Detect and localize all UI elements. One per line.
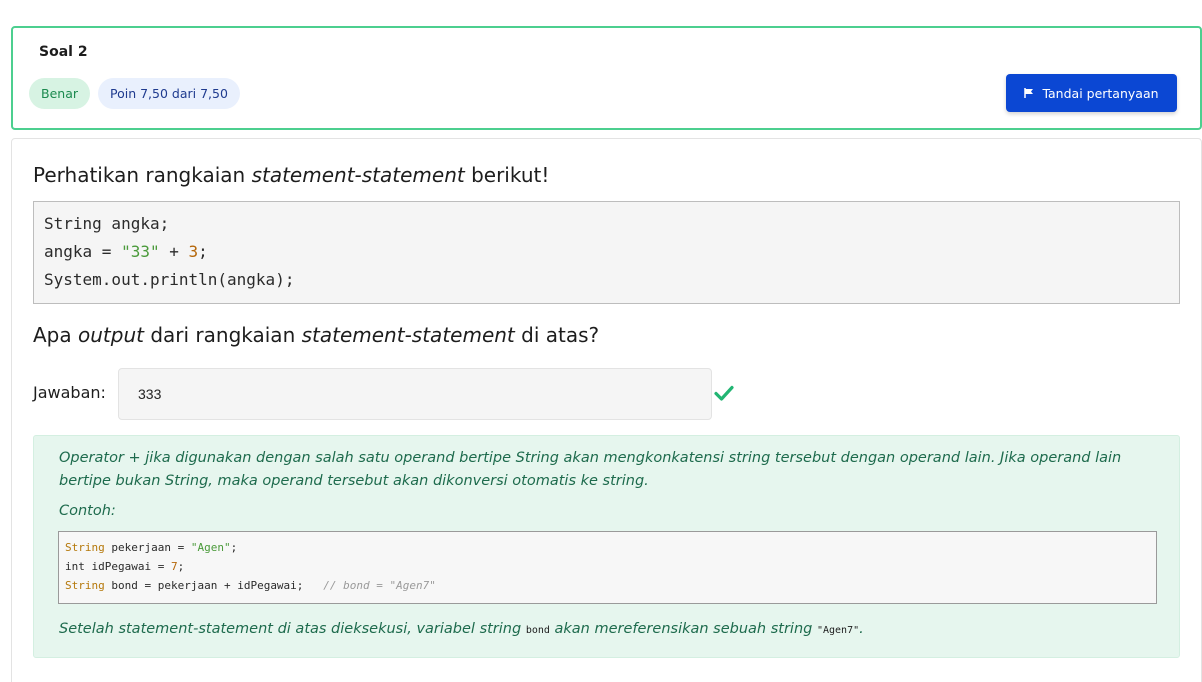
question-header-card: Soal 2 Benar Poin 7,50 dari 7,50 Tandai … — [11, 26, 1202, 130]
check-icon — [714, 385, 734, 401]
status-badge: Benar — [29, 78, 90, 109]
feedback-panel: Operator + jika digunakan dengan salah s… — [33, 435, 1180, 658]
code-line: String angka; — [44, 214, 170, 233]
question-title: Soal 2 — [39, 44, 88, 60]
feedback-example-label: Contoh: — [59, 503, 116, 519]
points-badge: Poin 7,50 dari 7,50 — [98, 78, 240, 109]
flag-icon — [1024, 88, 1034, 98]
feedback-code-block: String pekerjaan = "Agen"; int idPegawai… — [58, 531, 1157, 604]
answer-field[interactable]: 333 — [118, 368, 712, 420]
code-line: System.out.println(angka); — [44, 270, 295, 289]
code-line: int idPegawai = 7; — [65, 560, 185, 573]
code-block: String angka; angka = "33" + 3; System.o… — [33, 201, 1180, 304]
code-line: String bond = pekerjaan + idPegawai; // … — [65, 579, 436, 592]
answer-label: Jawaban: — [33, 383, 106, 402]
question-prompt-1: Perhatikan rangkaian statement-statement… — [33, 163, 550, 187]
feedback-text: Operator + jika digunakan dengan salah s… — [59, 450, 1122, 489]
question-prompt-2: Apa output dari rangkaian statement-stat… — [33, 323, 600, 347]
code-line: String pekerjaan = "Agen"; — [65, 541, 238, 554]
flag-question-label: Tandai pertanyaan — [1042, 85, 1159, 101]
flag-question-button[interactable]: Tandai pertanyaan — [1006, 74, 1177, 112]
code-line: angka = "33" + 3; — [44, 242, 208, 261]
feedback-conclusion: Setelah statement-statement di atas diek… — [59, 621, 864, 637]
question-content-card: Perhatikan rangkaian statement-statement… — [11, 138, 1202, 682]
